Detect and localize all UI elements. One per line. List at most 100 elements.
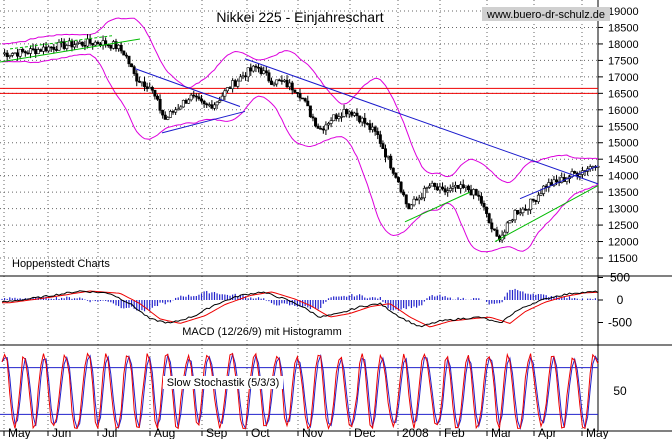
candle-body <box>490 222 494 230</box>
candle-body <box>106 44 110 47</box>
candle-body <box>472 189 476 196</box>
candle-body <box>254 65 258 68</box>
candle-body <box>21 48 25 52</box>
macd-signal-line <box>2 290 599 328</box>
candle-body <box>485 206 489 214</box>
x-tick-label: May <box>586 426 609 439</box>
candle-body <box>539 193 543 196</box>
candle-body <box>531 198 535 201</box>
candle-body <box>474 189 478 196</box>
chart-title: Nikkei 225 - Einjahreschart <box>216 9 383 25</box>
candle-body <box>301 97 305 100</box>
candle-body <box>8 55 12 57</box>
candle-body <box>371 126 375 130</box>
candle-body <box>347 111 351 115</box>
x-tick-label: Nov <box>302 426 323 439</box>
rising-support-line <box>494 185 599 242</box>
candle-body <box>202 100 206 105</box>
stoch-label: Slow Stochastik (5/3/3) <box>167 377 280 389</box>
candle-body <box>161 110 165 116</box>
candle-body <box>132 66 136 74</box>
axis-labels: May Jun Jul Aug Sep Oct Nov Dec 2008 Feb Mar Apr May… <box>3 6 639 440</box>
x-tick-label: Oct <box>251 426 270 439</box>
candle-body <box>321 128 325 131</box>
candle-body <box>521 208 525 214</box>
candle-body <box>376 131 380 135</box>
candle-body <box>269 80 273 85</box>
candle-body <box>298 93 302 99</box>
candle-body <box>215 101 219 106</box>
candle-body <box>510 219 514 222</box>
candle-body <box>285 79 289 88</box>
candle-body <box>461 184 465 188</box>
candle-body <box>339 116 343 118</box>
candle-body <box>360 117 364 123</box>
x-tick-label: Jun <box>52 426 71 439</box>
candle-body <box>179 106 183 110</box>
candle-body <box>86 38 90 47</box>
candle-body <box>47 46 51 52</box>
candle-body <box>36 49 40 54</box>
price-tick-label: 15000 <box>608 138 639 150</box>
price-tick-label: 17500 <box>608 55 639 67</box>
candle-body <box>29 48 33 54</box>
x-tick-label: Dec <box>354 426 375 439</box>
candle-body <box>96 41 100 45</box>
candle-body <box>329 120 333 124</box>
candle-body <box>518 212 522 215</box>
candle-body <box>441 186 445 189</box>
candle-body <box>244 75 248 78</box>
candle-body <box>236 80 240 87</box>
rising-trend-line <box>519 165 599 200</box>
candle-body <box>389 155 393 169</box>
candle-body <box>34 48 38 54</box>
candle-body <box>430 182 434 187</box>
candle-body <box>332 114 336 122</box>
candle-body <box>394 173 398 178</box>
price-tick-label: 18000 <box>608 39 639 51</box>
candle-body <box>451 186 455 189</box>
candle-body <box>223 90 227 97</box>
candle-body <box>422 187 426 199</box>
candle-body <box>384 148 388 158</box>
candle-body <box>412 198 416 206</box>
candle-body <box>166 117 170 120</box>
candle-body <box>119 44 123 52</box>
candle-body <box>523 208 527 211</box>
candle-body <box>280 80 284 82</box>
candle-body <box>62 41 66 49</box>
chart-stage: May Jun Jul Aug Sep Oct Nov Dec 2008 Feb Mar Apr May… <box>0 0 672 440</box>
candle-body <box>373 126 377 132</box>
candle-body <box>503 231 507 236</box>
macd-panel <box>1 288 599 328</box>
price-tick-label: 19000 <box>608 6 639 18</box>
candle-body <box>303 98 307 102</box>
macd-tick-label: -500 <box>608 316 632 330</box>
x-tick-label: Aug <box>154 426 175 439</box>
x-tick-label: Jul <box>102 426 117 439</box>
candle-body <box>109 45 113 49</box>
candle-body <box>534 200 538 202</box>
candle-body <box>31 48 35 50</box>
candle-body <box>464 185 468 188</box>
candle-body <box>529 198 533 210</box>
x-tick-label: Sep <box>206 426 228 439</box>
candle-body <box>57 41 61 51</box>
candle-body <box>487 213 491 224</box>
candle-body <box>542 185 546 194</box>
macd-tick-label: 0 <box>617 293 624 307</box>
price-panel <box>0 17 600 253</box>
candle-body <box>228 87 232 90</box>
candle-body <box>438 186 442 191</box>
candle-body <box>295 92 299 94</box>
price-tick-label: 11500 <box>608 253 638 265</box>
price-tick-label: 13000 <box>608 204 639 216</box>
candle-body <box>435 186 439 191</box>
macd-tick-label: 500 <box>610 271 630 285</box>
candle-body <box>26 52 30 55</box>
candle-body <box>257 66 261 69</box>
candle-body <box>122 50 126 56</box>
candle-body <box>176 108 180 111</box>
candle-body <box>197 96 201 100</box>
candle-body <box>407 203 411 210</box>
